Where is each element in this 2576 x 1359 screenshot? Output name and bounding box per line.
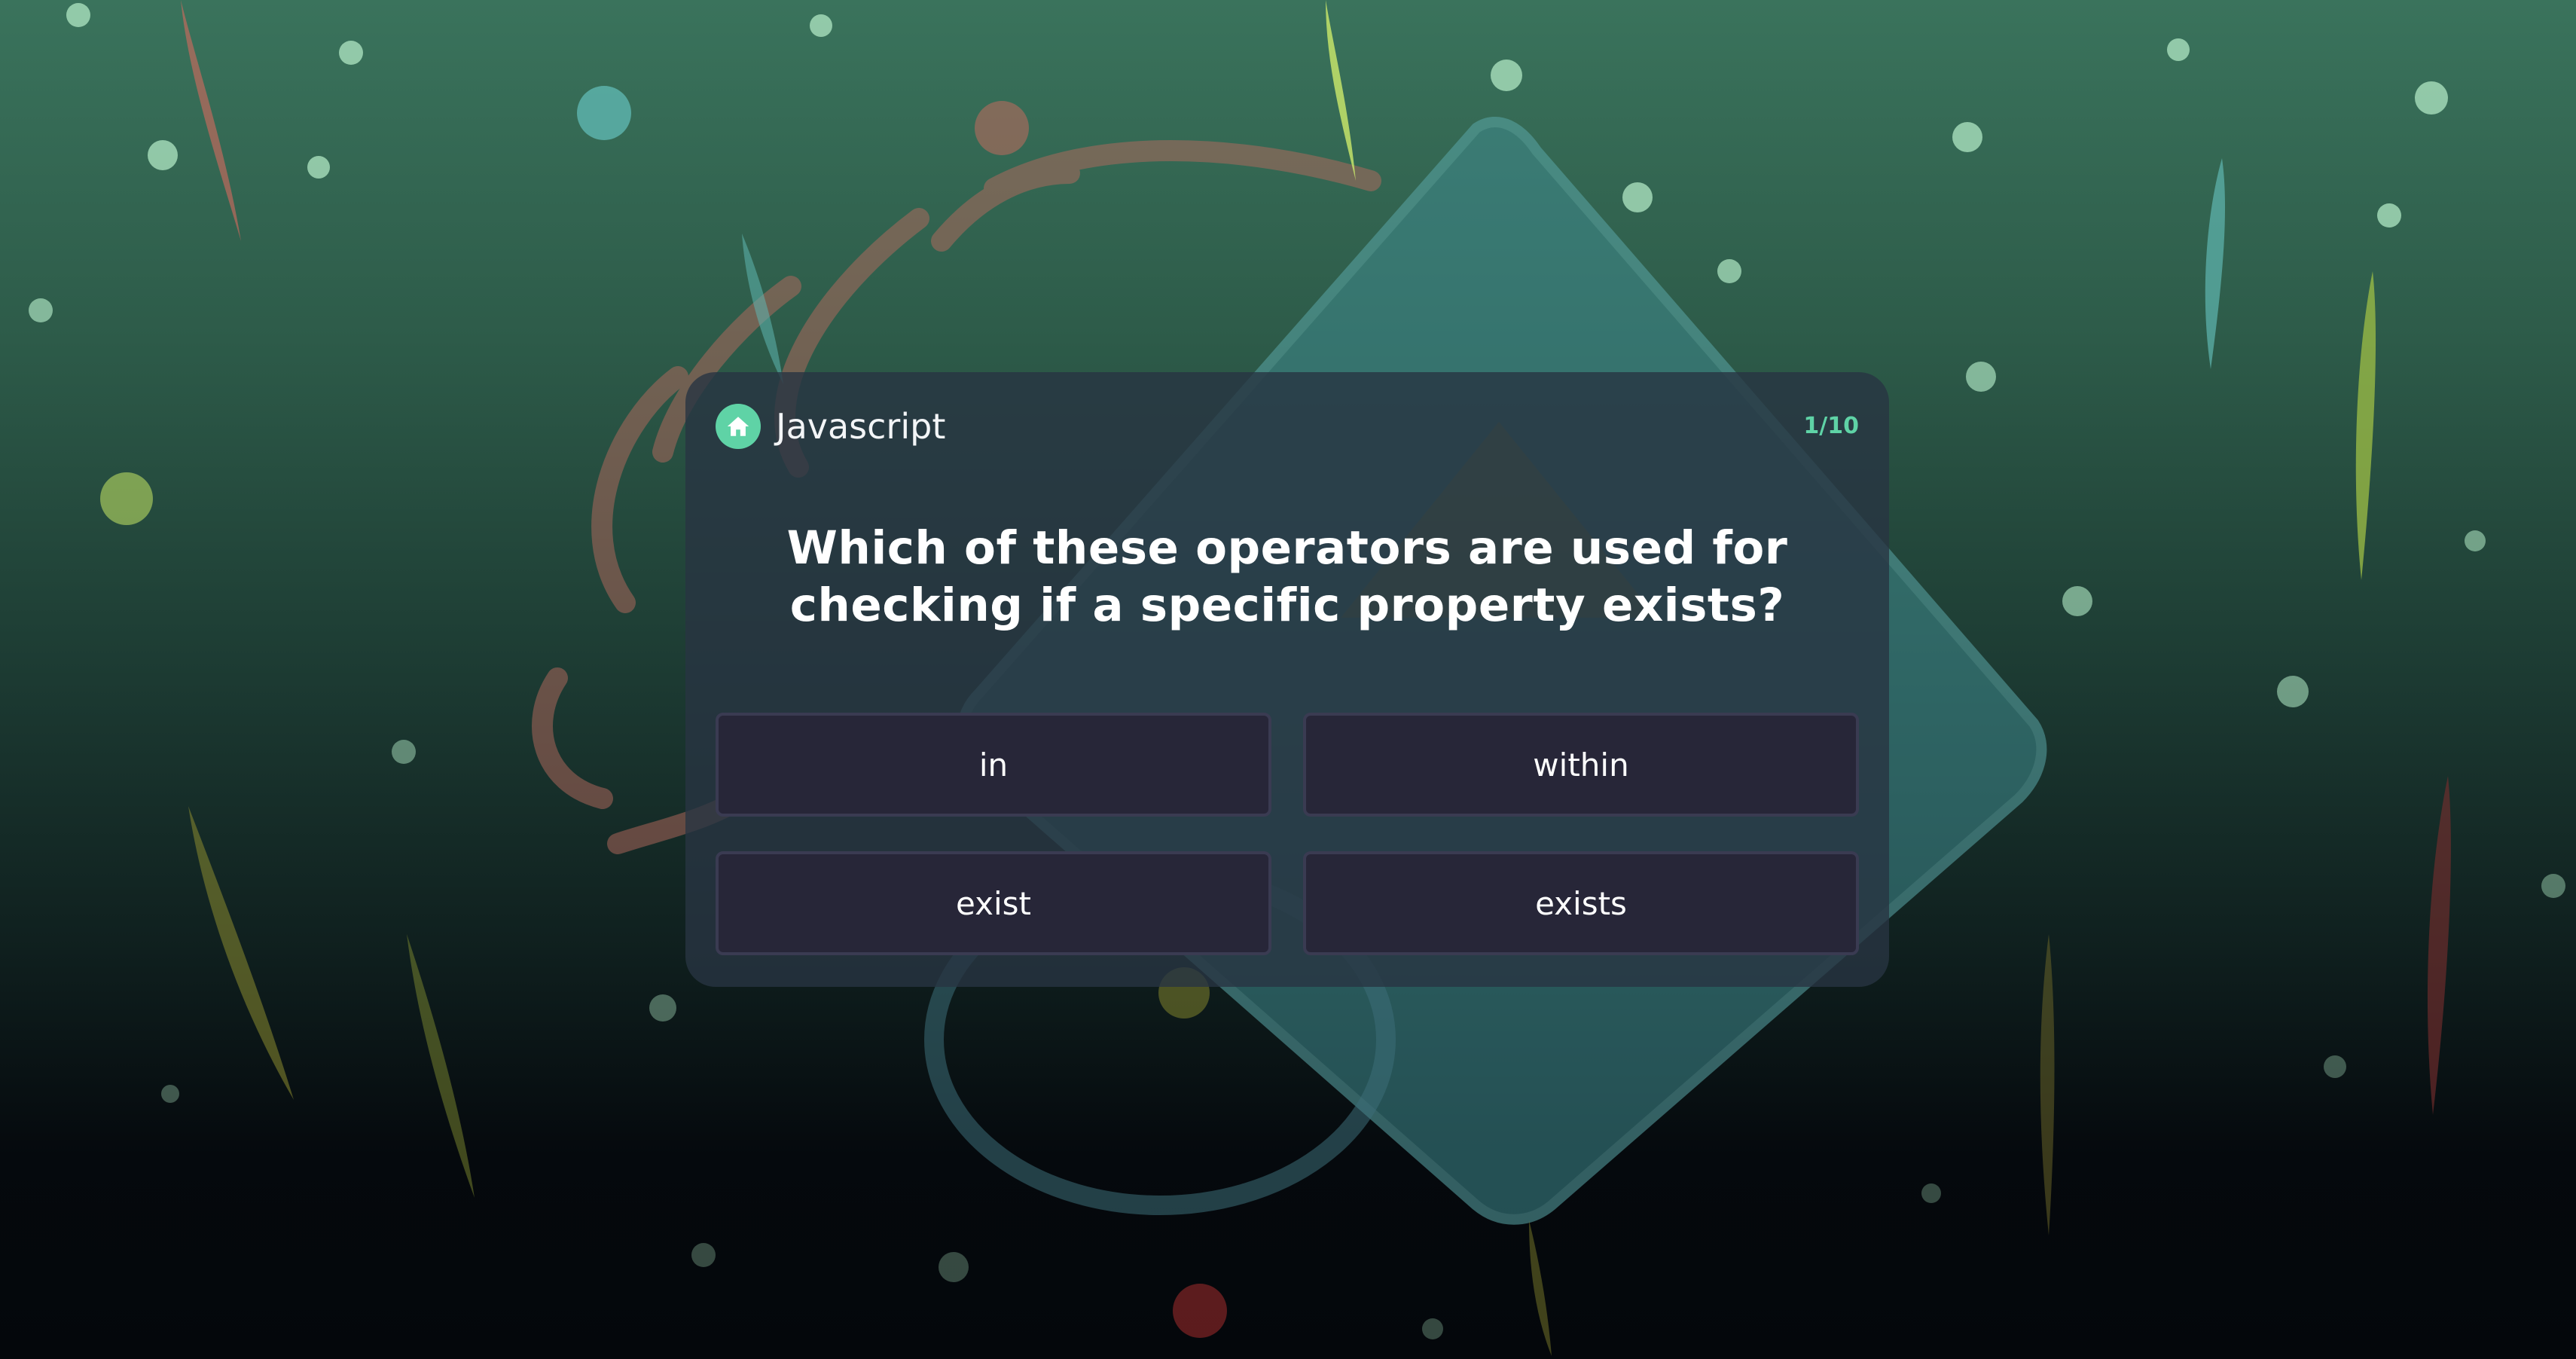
answer-option-exists[interactable]: exists [1303, 851, 1859, 955]
lime-bubble [100, 472, 153, 525]
home-button[interactable] [716, 404, 761, 449]
quiz-header: Javascript 1/10 [716, 404, 1859, 449]
quiz-category: Javascript [776, 406, 946, 447]
answer-option-exist[interactable]: exist [716, 851, 1271, 955]
answer-option-within[interactable]: within [1303, 713, 1859, 817]
answer-option-in[interactable]: in [716, 713, 1271, 817]
red-blob [975, 101, 1029, 155]
question-progress: 1/10 [1803, 413, 1859, 439]
teal-bubble [577, 86, 631, 140]
home-icon [727, 417, 749, 436]
answer-grid: in within exist exists [716, 713, 1859, 957]
question-text: Which of these operators are used for ch… [786, 521, 1788, 632]
red-blob-bottom [1173, 1284, 1227, 1338]
quiz-card: Javascript 1/10 Which of these operators… [685, 372, 1889, 987]
